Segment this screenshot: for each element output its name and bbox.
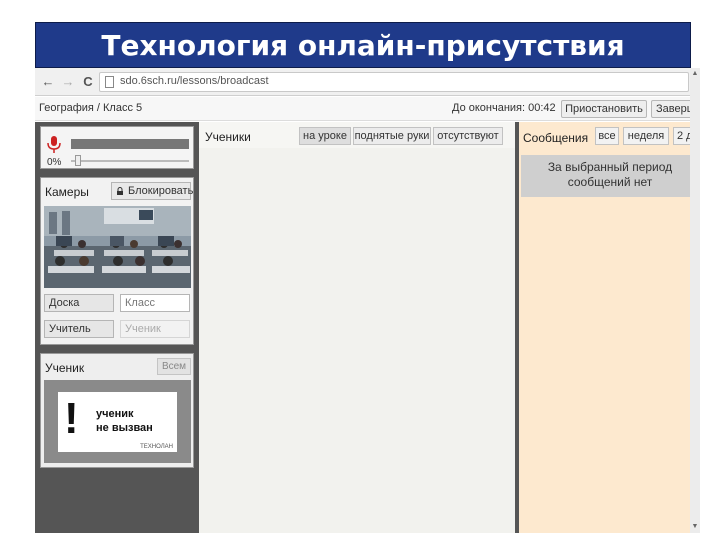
- pause-button[interactable]: Приостановить: [561, 100, 647, 118]
- camera-student-button[interactable]: Ученик: [120, 320, 190, 338]
- cameras-title: Камеры: [45, 185, 89, 199]
- back-icon[interactable]: ←: [39, 73, 57, 91]
- classroom-video-image: [44, 206, 191, 288]
- tab-present[interactable]: на уроке: [299, 127, 351, 145]
- scroll-up-icon[interactable]: ▲: [691, 70, 699, 78]
- left-sidebar: 0% Камеры Блокировать Доска Класс Учител…: [35, 122, 199, 533]
- empty-messages-line2: сообщений нет: [567, 175, 653, 189]
- brand-logo: ТЕХНОЛАН: [140, 444, 173, 450]
- camera-teacher-button[interactable]: Учитель: [44, 320, 114, 338]
- browser-toolbar: ← → C sdo.6sch.ru/lessons/broadcast: [35, 68, 700, 96]
- student-panel: Ученик Всем ! ученик не вызван ТЕХНОЛАН: [40, 353, 194, 468]
- mic-volume-slider[interactable]: [75, 155, 81, 166]
- messages-panel: Сообщения все неделя 2 дня За выбранный …: [515, 122, 700, 533]
- mic-volume-percent: 0%: [47, 157, 62, 168]
- breadcrumb: География / Класс 5: [39, 102, 143, 114]
- students-header: Ученики на уроке поднятые руки отсутству…: [199, 122, 515, 148]
- camera-class-button[interactable]: Класс: [120, 294, 190, 312]
- students-title: Ученики: [205, 130, 251, 144]
- lock-label: Блокировать: [128, 185, 194, 197]
- student-video-placeholder: ! ученик не вызван ТЕХНОЛАН: [44, 380, 191, 463]
- countdown-timer: До окончания: 00:42: [452, 102, 556, 114]
- mic-volume-track[interactable]: [71, 160, 189, 162]
- vertical-scrollbar[interactable]: ▲ ▼: [690, 68, 700, 533]
- tab-raised-hands[interactable]: поднятые руки: [353, 127, 431, 145]
- lesson-infobar: География / Класс 5 До окончания: 00:42 …: [35, 97, 700, 121]
- address-bar[interactable]: sdo.6sch.ru/lessons/broadcast: [99, 72, 689, 92]
- tab-messages-week[interactable]: неделя: [623, 127, 669, 145]
- reload-icon[interactable]: C: [79, 73, 97, 91]
- student-title: Ученик: [45, 361, 85, 375]
- forward-icon[interactable]: →: [59, 73, 77, 91]
- lock-button[interactable]: Блокировать: [111, 182, 194, 200]
- tab-messages-all[interactable]: все: [595, 127, 619, 145]
- empty-messages-notice: За выбранный период сообщений нет: [521, 155, 699, 197]
- scroll-down-icon[interactable]: ▼: [691, 523, 699, 531]
- not-called-line1: ученик: [96, 408, 134, 420]
- students-panel: Ученики на уроке поднятые руки отсутству…: [199, 122, 515, 533]
- page-icon: [105, 76, 114, 88]
- microphone-icon[interactable]: [47, 136, 61, 154]
- empty-messages-line1: За выбранный период: [547, 160, 673, 174]
- slide-title: Технология онлайн-присутствия: [35, 22, 691, 68]
- url-text: sdo.6sch.ru/lessons/broadcast: [120, 75, 269, 87]
- not-called-line2: не вызван: [96, 422, 153, 434]
- exclamation-icon: !: [64, 394, 79, 443]
- cameras-panel: Камеры Блокировать Доска Класс Учитель У…: [40, 177, 194, 345]
- mic-level-bar: [71, 139, 189, 149]
- tab-absent[interactable]: отсутствуют: [433, 127, 503, 145]
- lock-icon: [117, 187, 123, 195]
- messages-title: Сообщения: [523, 131, 589, 145]
- all-button[interactable]: Всем: [157, 358, 191, 375]
- camera-board-button[interactable]: Доска: [44, 294, 114, 312]
- browser-window: ← → C sdo.6sch.ru/lessons/broadcast Геог…: [35, 68, 700, 533]
- microphone-panel: 0%: [40, 126, 194, 169]
- classroom-video-feed[interactable]: [44, 206, 191, 288]
- student-card: ! ученик не вызван ТЕХНОЛАН: [58, 392, 177, 452]
